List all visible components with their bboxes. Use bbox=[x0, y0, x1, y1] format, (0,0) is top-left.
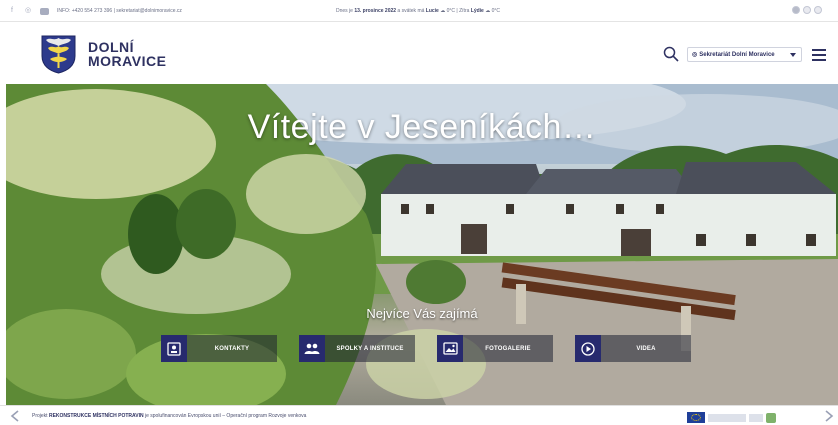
department-select-value: Sekretariát Dolní Moravice bbox=[699, 51, 775, 58]
quicklink-spolky[interactable]: SPOLKY A INSTITUCE bbox=[299, 335, 415, 362]
today-temperature: 0°C bbox=[446, 8, 456, 14]
project-text: Projekt REKONSTRUKCE MÍSTNÍCH POTRAVIN j… bbox=[32, 413, 306, 419]
tomorrow-nameday: Lýdie bbox=[470, 8, 484, 14]
text-size-icon[interactable] bbox=[803, 6, 811, 14]
quicklink-label: FOTOGALERIE bbox=[485, 345, 531, 352]
hero-subtitle: Nejvíce Vás zajímá bbox=[366, 306, 478, 321]
top-info-bar: f ◎ INFO: +420 554 273 396 | sekretariat… bbox=[0, 0, 838, 22]
photo-icon bbox=[437, 335, 463, 362]
leader-logo-icon bbox=[766, 413, 776, 423]
site-header: DOLNÍ MORAVICE ◎ Sekretariát Dolní Morav… bbox=[6, 22, 832, 84]
eafrd-logo-icon bbox=[708, 414, 746, 422]
quicklink-kontakty[interactable]: KONTAKTY bbox=[161, 335, 277, 362]
date-prefix: Dnes je bbox=[336, 8, 355, 14]
contact-info[interactable]: INFO: +420 554 273 396 | sekretariat@dol… bbox=[57, 8, 182, 14]
chevron-down-icon bbox=[790, 53, 796, 57]
youtube-icon[interactable] bbox=[40, 7, 49, 15]
accessibility-controls bbox=[792, 6, 822, 14]
quicklink-label: VIDEA bbox=[636, 345, 656, 352]
logo-line-1: DOLNÍ bbox=[88, 39, 135, 55]
contact-card-icon bbox=[161, 335, 187, 362]
quicklink-label: KONTAKTY bbox=[214, 345, 250, 352]
hero-title: Vítejte v Jeseníkách… bbox=[247, 108, 597, 146]
coat-of-arms-icon[interactable] bbox=[40, 34, 77, 74]
menu-icon[interactable] bbox=[812, 49, 826, 61]
quicklink-videa[interactable]: VIDEA bbox=[575, 335, 691, 362]
tomorrow-prefix: | Zítra bbox=[456, 8, 471, 14]
hero-banner: Vítejte v Jeseníkách… Nejvíce Vás zajímá… bbox=[6, 84, 838, 405]
play-icon bbox=[575, 335, 601, 362]
quicklink-label: SPOLKY A INSTITUCE bbox=[336, 345, 404, 352]
search-icon[interactable] bbox=[663, 46, 679, 62]
project-text-prefix: Projekt bbox=[32, 413, 49, 419]
site-logo-text[interactable]: DOLNÍ MORAVICE bbox=[88, 40, 166, 68]
chevron-left-icon[interactable] bbox=[10, 410, 20, 422]
social-links: f ◎ bbox=[8, 7, 49, 15]
cloud-icon: ☁ bbox=[440, 8, 446, 14]
ministry-logo-icon bbox=[749, 414, 763, 422]
project-banner: Projekt REKONSTRUKCE MÍSTNÍCH POTRAVIN j… bbox=[0, 405, 838, 425]
project-name: REKONSTRUKCE MÍSTNÍCH POTRAVIN bbox=[48, 413, 144, 419]
nameday: Lucie bbox=[425, 8, 439, 14]
date-suffix: a svátek má bbox=[396, 8, 426, 14]
tomorrow-temperature: 0°C bbox=[491, 8, 501, 14]
current-date: 13. prosince 2022 bbox=[354, 8, 397, 14]
contrast-icon[interactable] bbox=[792, 6, 800, 14]
project-text-suffix: je spolufinancován Evropskou unií – Oper… bbox=[143, 413, 307, 419]
chevron-right-icon[interactable] bbox=[824, 410, 834, 422]
instagram-icon[interactable]: ◎ bbox=[24, 7, 32, 15]
language-icon[interactable] bbox=[814, 6, 822, 14]
eu-flag-icon bbox=[687, 412, 705, 423]
partner-logos bbox=[708, 413, 776, 423]
date-nameday-weather: Dnes je 13. prosince 2022 a svátek má Lu… bbox=[336, 8, 500, 14]
user-circle-icon: ◎ bbox=[692, 52, 698, 58]
facebook-icon[interactable]: f bbox=[8, 7, 16, 15]
quick-links: KONTAKTY SPOLKY A INSTITUCE FOTOGALERIE … bbox=[161, 333, 691, 363]
department-select[interactable]: ◎ Sekretariát Dolní Moravice bbox=[687, 47, 802, 62]
logo-line-2: MORAVICE bbox=[88, 53, 167, 69]
cloud-icon: ☁ bbox=[485, 8, 491, 14]
quicklink-fotogalerie[interactable]: FOTOGALERIE bbox=[437, 335, 553, 362]
people-group-icon bbox=[299, 335, 325, 362]
